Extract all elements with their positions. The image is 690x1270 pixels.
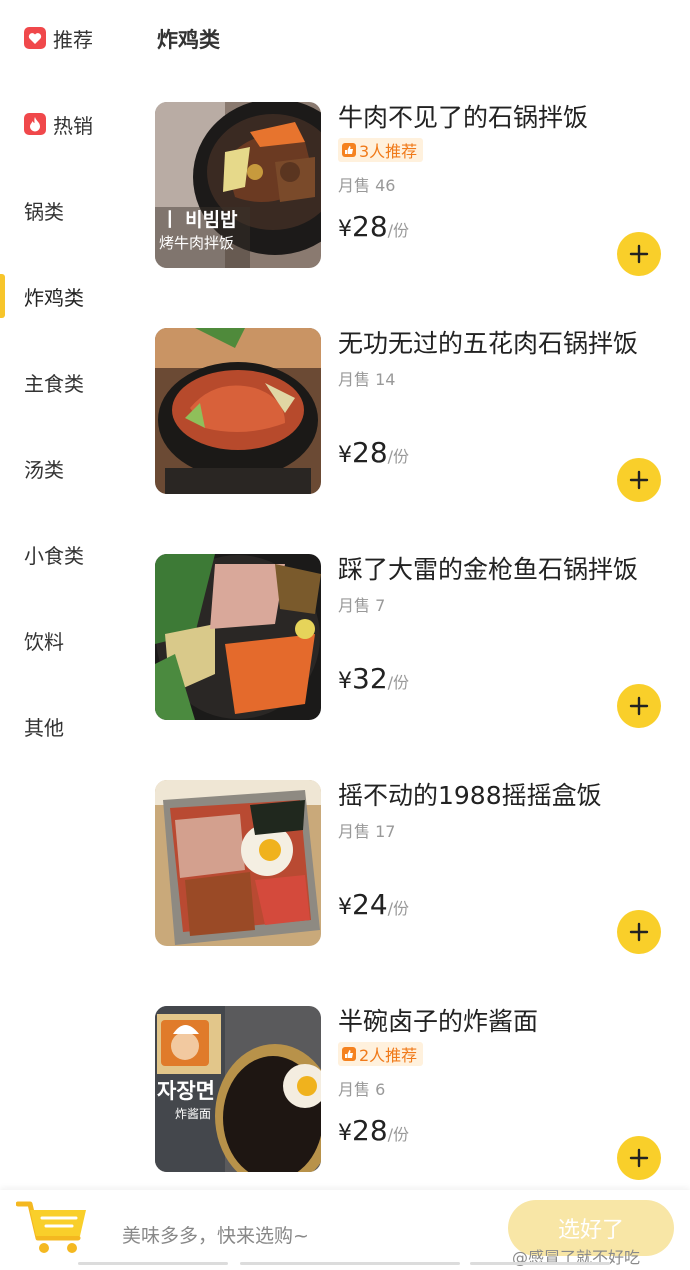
- thumbs-up-icon: [342, 143, 356, 157]
- product-name: 踩了大雷的金枪鱼石锅拌饭: [338, 555, 639, 584]
- sidebar-item-label: 推荐: [53, 27, 93, 52]
- recommend-badge: 2人推荐: [338, 1042, 424, 1066]
- product-card[interactable]: 踩了大雷的金枪鱼石锅拌饭 月售 7 ¥32/份: [155, 554, 675, 754]
- sidebar-item-label: 锅类: [24, 199, 64, 224]
- product-name: 牛肉不见了的石锅拌饭: [338, 103, 589, 132]
- thumb-text-ko: ㅣ 비빔밥: [161, 209, 238, 231]
- sidebar-item-label: 汤类: [24, 457, 64, 482]
- plus-icon: [629, 696, 649, 716]
- product-name: 无功无过的五花肉石锅拌饭: [338, 329, 639, 358]
- sidebar-item-label: 饮料: [24, 629, 64, 654]
- heart-icon: [24, 27, 46, 49]
- sidebar-item-label: 热销: [53, 113, 93, 138]
- product-image: [155, 554, 321, 720]
- sidebar-item-hot[interactable]: 热销: [0, 94, 140, 154]
- sidebar-item-label: 其他: [24, 715, 64, 740]
- add-to-cart-button[interactable]: [617, 232, 661, 276]
- product-name: 摇不动的1988摇摇盒饭: [338, 781, 602, 810]
- thumb-text-cn: 炸酱面: [175, 1106, 211, 1121]
- sidebar-item-fried-chicken[interactable]: 炸鸡类: [0, 266, 140, 326]
- nav-indicator: [240, 1262, 460, 1265]
- section-title: 炸鸡类: [157, 28, 220, 52]
- monthly-sales: 月售 46: [338, 176, 396, 195]
- cart-hint: 美味多多，快来选购~: [122, 1225, 309, 1247]
- category-sidebar: 推荐 热销 锅类 炸鸡类 主食类 汤类 小食类 饮料 其他: [0, 0, 140, 1190]
- add-to-cart-button[interactable]: [617, 910, 661, 954]
- monthly-sales: 月售 14: [338, 370, 396, 389]
- sidebar-item-other[interactable]: 其他: [0, 696, 140, 756]
- sidebar-item-label: 主食类: [24, 371, 84, 396]
- add-to-cart-button[interactable]: [617, 684, 661, 728]
- plus-icon: [629, 470, 649, 490]
- monthly-sales: 月售 7: [338, 596, 386, 615]
- product-image: 자장면 炸酱面: [155, 1006, 321, 1172]
- active-indicator: [0, 274, 5, 318]
- sidebar-item-pot[interactable]: 锅类: [0, 180, 140, 240]
- sidebar-item-snacks[interactable]: 小食类: [0, 524, 140, 584]
- plus-icon: [629, 922, 649, 942]
- product-price: ¥24/份: [338, 888, 410, 921]
- product-image: [155, 780, 321, 946]
- product-price: ¥28/份: [338, 436, 410, 469]
- monthly-sales: 月售 6: [338, 1080, 386, 1099]
- thumb-text-cn: 烤牛肉拌饭: [159, 234, 234, 252]
- sidebar-item-recommend[interactable]: 推荐: [0, 8, 140, 68]
- sidebar-item-label: 炸鸡类: [24, 285, 84, 310]
- product-name: 半碗卤子的炸酱面: [338, 1007, 539, 1036]
- product-card[interactable]: 摇不动的1988摇摇盒饭 月售 17 ¥24/份: [155, 780, 675, 980]
- product-price: ¥32/份: [338, 662, 410, 695]
- nav-indicator: [78, 1262, 228, 1265]
- product-image: ㅣ 비빔밥 烤牛肉拌饭: [155, 102, 321, 268]
- flame-icon: [24, 113, 46, 135]
- sidebar-item-soup[interactable]: 汤类: [0, 438, 140, 498]
- monthly-sales: 月售 17: [338, 822, 396, 841]
- plus-icon: [629, 244, 649, 264]
- thumbs-up-icon: [342, 1047, 356, 1061]
- product-price: ¥28/份: [338, 210, 410, 243]
- sidebar-item-staples[interactable]: 主食类: [0, 352, 140, 412]
- sidebar-item-label: 小食类: [24, 543, 84, 568]
- product-card[interactable]: 无功无过的五花肉石锅拌饭 月售 14 ¥28/份: [155, 328, 675, 528]
- plus-icon: [629, 1148, 649, 1168]
- sidebar-item-drinks[interactable]: 饮料: [0, 610, 140, 670]
- add-to-cart-button[interactable]: [617, 1136, 661, 1180]
- thumb-text-ko: 자장면: [157, 1079, 215, 1103]
- add-to-cart-button[interactable]: [617, 458, 661, 502]
- nav-indicator: [470, 1262, 610, 1265]
- product-card[interactable]: ㅣ 비빔밥 烤牛肉拌饭 牛肉不见了的石锅拌饭 3人推荐 月售 46 ¥28/份: [155, 102, 675, 302]
- shopping-cart-icon[interactable]: [15, 1198, 90, 1258]
- product-price: ¥28/份: [338, 1114, 410, 1147]
- recommend-badge: 3人推荐: [338, 138, 424, 162]
- product-image: [155, 328, 321, 494]
- product-card[interactable]: 자장면 炸酱面 半碗卤子的炸酱面 2人推荐 月售 6 ¥28/份: [155, 1006, 675, 1206]
